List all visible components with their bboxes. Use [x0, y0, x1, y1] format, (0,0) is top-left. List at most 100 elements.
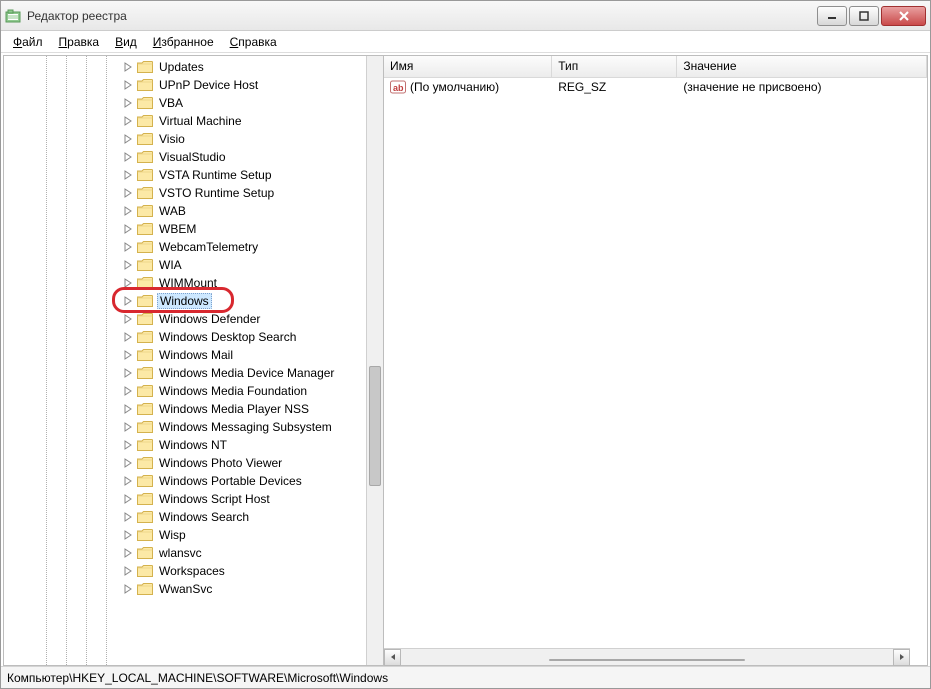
expand-icon[interactable] [122, 314, 133, 325]
tree-item[interactable]: Windows Mail [4, 346, 373, 364]
expand-icon[interactable] [122, 368, 133, 379]
tree-item[interactable]: WAB [4, 202, 373, 220]
values-list[interactable]: (По умолчанию)REG_SZ(значение не присвое… [384, 78, 927, 96]
folder-icon [137, 402, 153, 416]
expand-icon[interactable] [122, 494, 133, 505]
tree-item-label: Workspaces [157, 564, 227, 578]
tree-item[interactable]: VSTO Runtime Setup [4, 184, 373, 202]
tree-item[interactable]: Visio [4, 130, 373, 148]
folder-icon [137, 456, 153, 470]
tree-item[interactable]: Windows NT [4, 436, 373, 454]
values-header: Имя Тип Значение [384, 56, 927, 78]
tree-item[interactable]: WIMMount [4, 274, 373, 292]
expand-icon[interactable] [122, 296, 133, 307]
expand-icon[interactable] [122, 242, 133, 253]
expand-icon[interactable] [122, 224, 133, 235]
menu-item[interactable]: Вид [107, 33, 145, 51]
folder-icon [137, 366, 153, 380]
tree-item-label: WebcamTelemetry [157, 240, 260, 254]
tree-item[interactable]: wlansvc [4, 544, 373, 562]
menu-item[interactable]: Правка [51, 33, 108, 51]
tree-item[interactable]: WIA [4, 256, 373, 274]
scroll-right-button[interactable] [893, 649, 910, 666]
tree-item-label: Windows Portable Devices [157, 474, 304, 488]
tree-scroll[interactable]: UpdatesUPnP Device HostVBAVirtual Machin… [4, 56, 373, 665]
tree-item-label: Windows Messaging Subsystem [157, 420, 334, 434]
expand-icon[interactable] [122, 206, 133, 217]
tree-item[interactable]: Windows Media Foundation [4, 382, 373, 400]
expand-icon[interactable] [122, 332, 133, 343]
folder-icon [137, 276, 153, 290]
tree-item[interactable]: VisualStudio [4, 148, 373, 166]
expand-icon[interactable] [122, 548, 133, 559]
tree-item[interactable]: Windows Photo Viewer [4, 454, 373, 472]
menu-item[interactable]: Справка [222, 33, 285, 51]
expand-icon[interactable] [122, 476, 133, 487]
menu-item[interactable]: Избранное [145, 33, 222, 51]
folder-icon [137, 348, 153, 362]
tree-item[interactable]: Updates [4, 58, 373, 76]
expand-icon[interactable] [122, 584, 133, 595]
tree-item-label: VSTO Runtime Setup [157, 186, 276, 200]
expand-icon[interactable] [122, 422, 133, 433]
tree-item[interactable]: Windows Search [4, 508, 373, 526]
expand-icon[interactable] [122, 98, 133, 109]
tree-item[interactable]: Windows Messaging Subsystem [4, 418, 373, 436]
expand-icon[interactable] [122, 404, 133, 415]
close-button[interactable] [881, 6, 926, 26]
tree-item[interactable]: WebcamTelemetry [4, 238, 373, 256]
scroll-left-button[interactable] [384, 649, 401, 666]
tree-item[interactable]: Virtual Machine [4, 112, 373, 130]
folder-icon [137, 330, 153, 344]
expand-icon[interactable] [122, 278, 133, 289]
tree-item[interactable]: Windows [4, 292, 373, 310]
column-header-value[interactable]: Значение [677, 56, 927, 77]
expand-icon[interactable] [122, 170, 133, 181]
tree-item[interactable]: Wisp [4, 526, 373, 544]
menu-item[interactable]: Файл [5, 33, 51, 51]
expand-icon[interactable] [122, 458, 133, 469]
tree-item[interactable]: Windows Portable Devices [4, 472, 373, 490]
tree-item[interactable]: UPnP Device Host [4, 76, 373, 94]
registry-tree[interactable]: UpdatesUPnP Device HostVBAVirtual Machin… [4, 56, 373, 600]
maximize-button[interactable] [849, 6, 879, 26]
expand-icon[interactable] [122, 386, 133, 397]
expand-icon[interactable] [122, 62, 133, 73]
values-horizontal-scrollbar[interactable] [384, 648, 910, 665]
folder-icon [137, 474, 153, 488]
window-controls [817, 6, 926, 26]
tree-item[interactable]: Windows Defender [4, 310, 373, 328]
expand-icon[interactable] [122, 80, 133, 91]
expand-icon[interactable] [122, 116, 133, 127]
minimize-button[interactable] [817, 6, 847, 26]
tree-vertical-scrollbar[interactable] [366, 56, 383, 665]
status-path: Компьютер\HKEY_LOCAL_MACHINE\SOFTWARE\Mi… [7, 671, 388, 685]
expand-icon[interactable] [122, 530, 133, 541]
expand-icon[interactable] [122, 512, 133, 523]
tree-item[interactable]: Windows Script Host [4, 490, 373, 508]
expand-icon[interactable] [122, 350, 133, 361]
expand-icon[interactable] [122, 152, 133, 163]
tree-item[interactable]: Workspaces [4, 562, 373, 580]
tree-item[interactable]: VSTA Runtime Setup [4, 166, 373, 184]
expand-icon[interactable] [122, 260, 133, 271]
value-row[interactable]: (По умолчанию)REG_SZ(значение не присвое… [384, 78, 927, 96]
string-value-icon [390, 79, 406, 95]
tree-item[interactable]: Windows Desktop Search [4, 328, 373, 346]
tree-item[interactable]: Windows Media Device Manager [4, 364, 373, 382]
app-icon [5, 8, 21, 24]
tree-item[interactable]: Windows Media Player NSS [4, 400, 373, 418]
folder-icon [137, 168, 153, 182]
tree-item[interactable]: WwanSvc [4, 580, 373, 598]
expand-icon[interactable] [122, 134, 133, 145]
scrollbar-thumb[interactable] [549, 659, 746, 661]
expand-icon[interactable] [122, 188, 133, 199]
column-header-name[interactable]: Имя [384, 56, 552, 77]
tree-item[interactable]: WBEM [4, 220, 373, 238]
tree-item[interactable]: VBA [4, 94, 373, 112]
column-header-type[interactable]: Тип [552, 56, 677, 77]
expand-icon[interactable] [122, 440, 133, 451]
scrollbar-thumb[interactable] [369, 366, 381, 486]
expand-icon[interactable] [122, 566, 133, 577]
title-bar: Редактор реестра [1, 1, 930, 31]
